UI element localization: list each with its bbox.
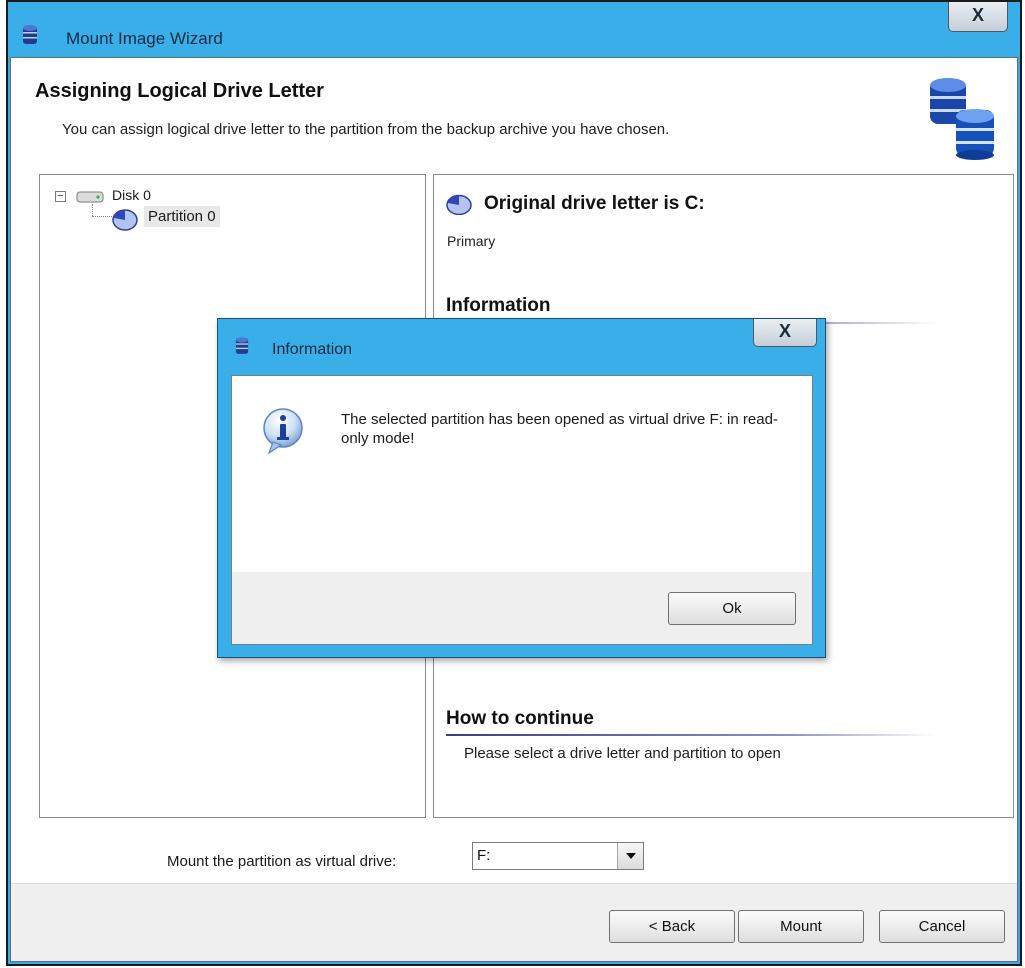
dialog-title: Information bbox=[272, 341, 353, 358]
drive-letter-value: F: bbox=[477, 847, 491, 864]
database-icon bbox=[235, 336, 249, 361]
back-button[interactable]: < Back bbox=[609, 910, 735, 943]
mount-drive-label: Mount the partition as virtual drive: bbox=[167, 853, 397, 870]
tree-connector bbox=[92, 204, 93, 216]
partition-icon bbox=[112, 207, 138, 236]
window-title: Mount Image Wizard bbox=[66, 29, 223, 48]
drive-letter-select[interactable]: F: bbox=[472, 842, 644, 870]
ok-button[interactable]: Ok bbox=[668, 592, 796, 625]
continue-heading: How to continue bbox=[446, 708, 594, 729]
information-dialog: Information X The selected partition has… bbox=[217, 318, 826, 658]
tree-item-disk-0[interactable]: Disk 0 bbox=[112, 187, 151, 203]
disk-icon bbox=[76, 190, 104, 208]
dialog-close-button[interactable]: X bbox=[753, 319, 817, 347]
dialog-footer: Ok bbox=[232, 572, 812, 644]
page-title: Assigning Logical Drive Letter bbox=[35, 80, 324, 102]
continue-instructions: Please select a drive letter and partiti… bbox=[464, 745, 781, 762]
dropdown-button[interactable] bbox=[617, 843, 643, 869]
information-heading: Information bbox=[446, 295, 551, 316]
wizard-footer: < Back Mount Cancel bbox=[11, 883, 1017, 961]
dialog-content: The selected partition has been opened a… bbox=[231, 375, 813, 645]
tree-item-partition-0[interactable]: Partition 0 bbox=[144, 206, 220, 227]
mount-button[interactable]: Mount bbox=[738, 910, 864, 943]
database-icon bbox=[22, 24, 38, 51]
info-icon bbox=[261, 406, 305, 461]
tree-connector bbox=[92, 216, 112, 217]
partition-icon bbox=[446, 193, 472, 220]
close-button[interactable]: X bbox=[948, 2, 1008, 32]
partition-type: Primary bbox=[447, 233, 496, 249]
dialog-message: The selected partition has been opened a… bbox=[341, 411, 778, 447]
title-bar[interactable]: Mount Image Wizard X bbox=[8, 2, 1020, 56]
original-drive-heading: Original drive letter is C: bbox=[484, 193, 705, 214]
databases-icon bbox=[926, 76, 998, 167]
cancel-button[interactable]: Cancel bbox=[879, 910, 1005, 943]
collapse-toggle[interactable]: − bbox=[55, 191, 66, 202]
page-description: You can assign logical drive letter to t… bbox=[62, 121, 670, 138]
chevron-down-icon bbox=[626, 853, 636, 859]
divider bbox=[446, 734, 936, 736]
